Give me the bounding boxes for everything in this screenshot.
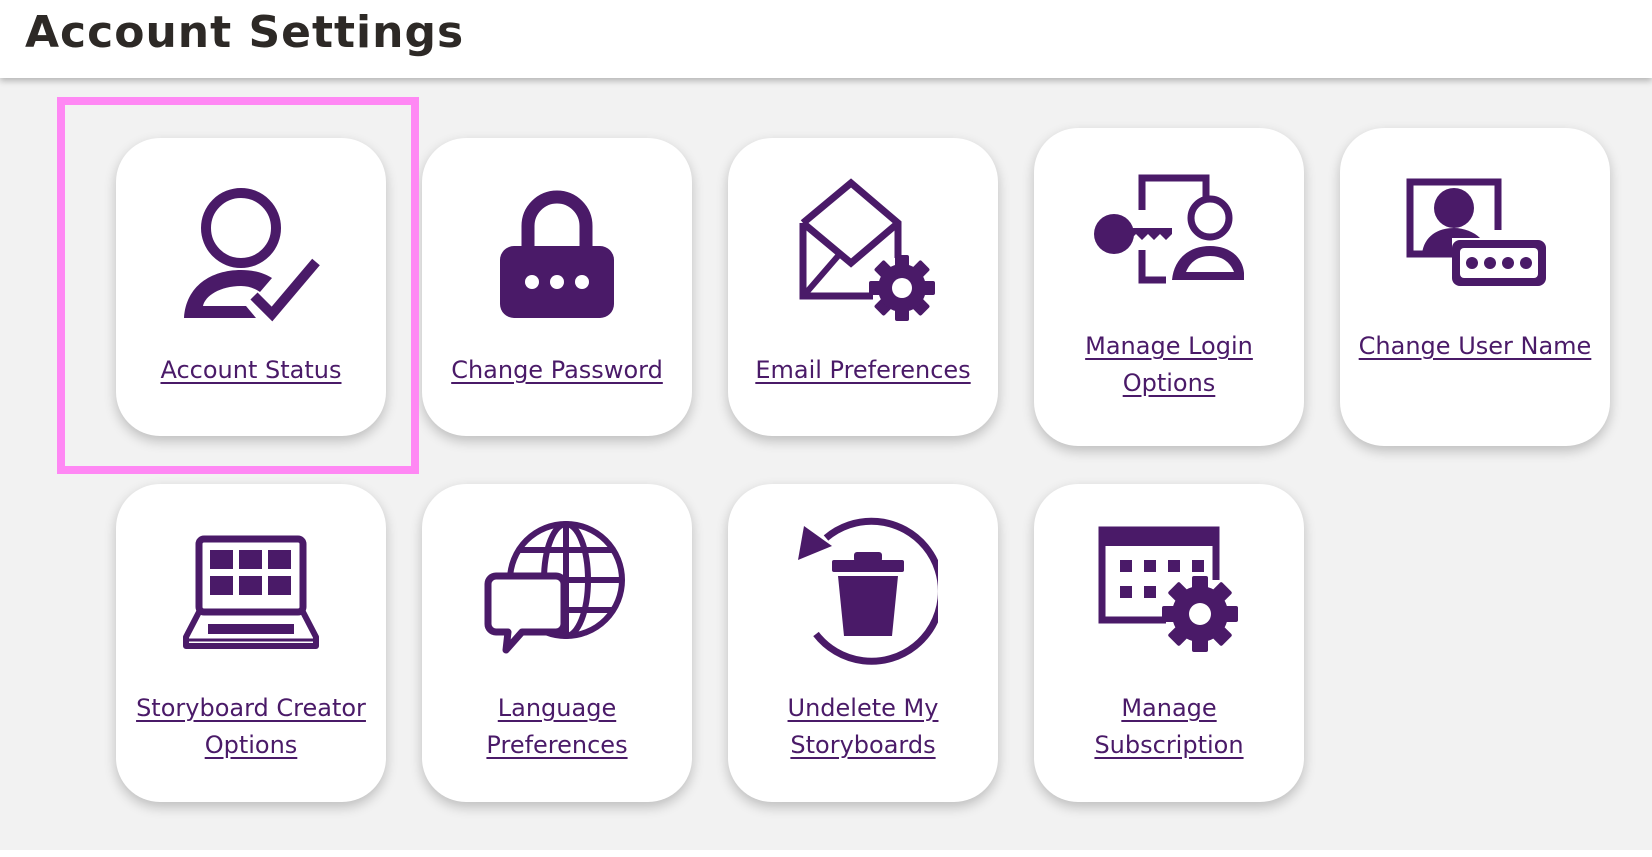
language-preferences-link[interactable]: Language Preferences xyxy=(434,690,680,764)
key-user-icon xyxy=(1094,168,1244,318)
change-password-link[interactable]: Change Password xyxy=(434,352,680,389)
calendar-gear-icon xyxy=(1094,524,1244,674)
user-check-icon xyxy=(176,178,326,328)
page-header: Account Settings xyxy=(0,0,1652,78)
email-preferences-link[interactable]: Email Preferences xyxy=(740,352,986,389)
storyboard-creator-options-link[interactable]: Storyboard Creator Options xyxy=(128,690,374,764)
manage-login-options-link[interactable]: Manage Login Options xyxy=(1046,328,1292,402)
change-password-card[interactable]: Change Password xyxy=(422,138,692,436)
trash-restore-icon xyxy=(788,516,938,666)
storyboard-creator-options-card[interactable]: Storyboard Creator Options xyxy=(116,484,386,802)
manage-login-options-card[interactable]: Manage Login Options xyxy=(1034,128,1304,446)
email-preferences-card[interactable]: Email Preferences xyxy=(728,138,998,436)
manage-subscription-link[interactable]: Manage Subscription xyxy=(1046,690,1292,764)
account-status-card[interactable]: Account Status xyxy=(116,138,386,436)
change-user-name-card[interactable]: Change User Name xyxy=(1340,128,1610,446)
globe-chat-icon xyxy=(482,516,632,666)
account-status-link[interactable]: Account Status xyxy=(128,352,374,389)
manage-subscription-card[interactable]: Manage Subscription xyxy=(1034,484,1304,802)
user-id-icon xyxy=(1400,168,1550,318)
page-title: Account Settings xyxy=(25,7,465,58)
laptop-grid-icon xyxy=(176,522,326,672)
lock-icon xyxy=(482,178,632,328)
change-user-name-link[interactable]: Change User Name xyxy=(1352,328,1598,365)
language-preferences-card[interactable]: Language Preferences xyxy=(422,484,692,802)
envelope-gear-icon xyxy=(788,178,938,328)
undelete-my-storyboards-card[interactable]: Undelete My Storyboards xyxy=(728,484,998,802)
undelete-my-storyboards-link[interactable]: Undelete My Storyboards xyxy=(740,690,986,764)
settings-grid: Account Status Change Password Email Pre… xyxy=(0,78,1652,850)
